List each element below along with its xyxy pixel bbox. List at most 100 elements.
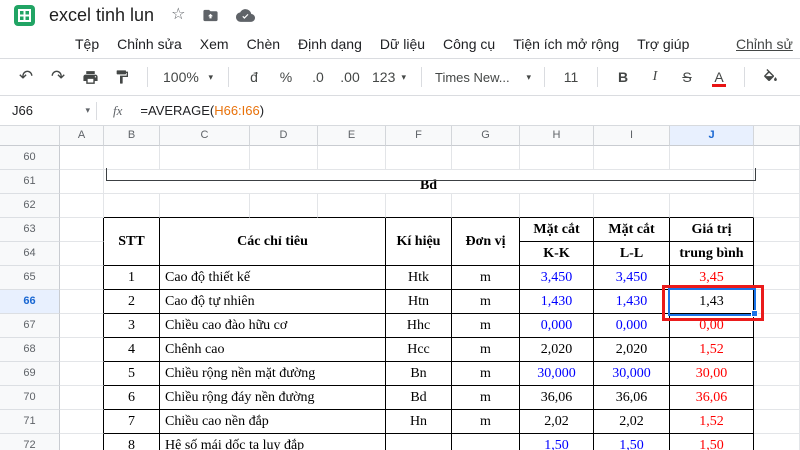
cell[interactable] xyxy=(160,194,250,218)
cell[interactable] xyxy=(594,146,670,170)
cell-avg[interactable]: 3,45 xyxy=(670,266,754,290)
row-header-71[interactable]: 71 xyxy=(0,410,60,434)
decrease-decimal-button[interactable]: .0 xyxy=(304,64,332,90)
cell-criteria[interactable]: Chiều cao đào hữu cơ xyxy=(160,314,386,338)
cell[interactable] xyxy=(754,242,800,266)
formula-input[interactable]: =AVERAGE(H66:I66) xyxy=(140,103,264,118)
col-header-b[interactable]: B xyxy=(104,126,160,146)
cell-stt[interactable]: 5 xyxy=(104,362,160,386)
currency-format-button[interactable]: đ xyxy=(240,64,268,90)
fill-color-button[interactable] xyxy=(756,64,784,90)
cell[interactable] xyxy=(318,146,386,170)
table-header-avg[interactable]: trung bình xyxy=(670,242,754,266)
row-header-64[interactable]: 64 xyxy=(0,242,60,266)
cell-stt[interactable]: 4 xyxy=(104,338,160,362)
cell[interactable] xyxy=(104,194,160,218)
menu-tools[interactable]: Công cụ xyxy=(434,33,504,55)
text-color-button[interactable]: A xyxy=(705,64,733,90)
menu-data[interactable]: Dữ liệu xyxy=(371,33,434,55)
cell-ll[interactable]: 3,450 xyxy=(594,266,670,290)
cell[interactable] xyxy=(594,194,670,218)
move-folder-icon[interactable] xyxy=(202,7,219,24)
cell-kk[interactable]: 2,02 xyxy=(520,410,594,434)
cell[interactable] xyxy=(60,410,104,434)
cell[interactable] xyxy=(754,290,800,314)
cell-ll[interactable]: 2,020 xyxy=(594,338,670,362)
row-header-62[interactable]: 62 xyxy=(0,194,60,218)
last-edit-link[interactable]: Chỉnh sử xyxy=(736,30,793,58)
cell[interactable] xyxy=(60,290,104,314)
cell-ll[interactable]: 2,02 xyxy=(594,410,670,434)
percent-format-button[interactable]: % xyxy=(272,64,300,90)
cell-unit[interactable]: m xyxy=(452,266,520,290)
cell[interactable] xyxy=(160,146,250,170)
cell[interactable] xyxy=(250,194,318,218)
cell-avg[interactable]: 30,00 xyxy=(670,362,754,386)
cell[interactable] xyxy=(60,386,104,410)
cell-stt[interactable]: 8 xyxy=(104,434,160,450)
cell[interactable] xyxy=(754,194,800,218)
cell[interactable] xyxy=(754,314,800,338)
cell-ll[interactable]: 30,000 xyxy=(594,362,670,386)
more-formats-button[interactable]: 123 ▾ xyxy=(368,64,410,90)
cell-criteria[interactable]: Chiều cao nền đắp xyxy=(160,410,386,434)
undo-button[interactable]: ↶ xyxy=(12,64,40,90)
cell[interactable] xyxy=(520,194,594,218)
col-header-j[interactable]: J xyxy=(670,126,754,146)
cell-ll[interactable]: 1,50 xyxy=(594,434,670,450)
cell-criteria[interactable]: Chênh cao xyxy=(160,338,386,362)
cell-avg[interactable]: 1,50 xyxy=(670,434,754,450)
cell-unit[interactable]: m xyxy=(452,338,520,362)
cell[interactable] xyxy=(754,362,800,386)
cell[interactable] xyxy=(754,170,800,194)
row-header-66[interactable]: 66 xyxy=(0,290,60,314)
cell-kk[interactable]: 1,50 xyxy=(520,434,594,450)
table-header-value[interactable]: Giá trị xyxy=(670,218,754,242)
cell-stt[interactable]: 1 xyxy=(104,266,160,290)
cell[interactable] xyxy=(60,194,104,218)
col-header-filler[interactable] xyxy=(754,126,800,146)
zoom-select[interactable]: 100% ▾ xyxy=(159,64,217,90)
menu-format[interactable]: Định dạng xyxy=(289,33,371,55)
cell[interactable] xyxy=(754,146,800,170)
cell-unit[interactable] xyxy=(452,434,520,450)
cell[interactable] xyxy=(670,194,754,218)
italic-button[interactable]: I xyxy=(641,64,669,90)
menu-edit[interactable]: Chỉnh sửa xyxy=(108,33,191,55)
cell-criteria[interactable]: Chiều rộng đáy nền đường xyxy=(160,386,386,410)
document-title[interactable]: excel tinh lun xyxy=(49,5,154,26)
row-header-65[interactable]: 65 xyxy=(0,266,60,290)
cell[interactable] xyxy=(520,146,594,170)
row-header-68[interactable]: 68 xyxy=(0,338,60,362)
select-all-corner[interactable] xyxy=(0,126,60,146)
cell-unit[interactable]: m xyxy=(452,386,520,410)
cell[interactable] xyxy=(60,266,104,290)
cell-symbol[interactable]: Bd xyxy=(386,386,452,410)
cell-stt[interactable]: 3 xyxy=(104,314,160,338)
redo-button[interactable]: ↷ xyxy=(44,64,72,90)
col-header-f[interactable]: F xyxy=(386,126,452,146)
cell-symbol[interactable]: Bn xyxy=(386,362,452,386)
cell-criteria[interactable]: Cao độ tự nhiên xyxy=(160,290,386,314)
table-header-stt[interactable]: STT xyxy=(104,218,160,266)
cell-symbol[interactable]: Htn xyxy=(386,290,452,314)
cell-symbol[interactable] xyxy=(386,434,452,450)
table-header-symbol[interactable]: Kí hiệu xyxy=(386,218,452,266)
strikethrough-button[interactable]: S xyxy=(673,64,701,90)
table-header-criteria[interactable]: Các chỉ tiêu xyxy=(160,218,386,266)
table-header-section-ll[interactable]: Mặt cắt xyxy=(594,218,670,242)
table-header-kk[interactable]: K-K xyxy=(520,242,594,266)
cell-ll[interactable]: 36,06 xyxy=(594,386,670,410)
cell-unit[interactable]: m xyxy=(452,290,520,314)
table-header-ll[interactable]: L-L xyxy=(594,242,670,266)
menu-insert[interactable]: Chèn xyxy=(238,33,289,55)
cell-kk[interactable]: 30,000 xyxy=(520,362,594,386)
cell-symbol[interactable]: Hn xyxy=(386,410,452,434)
cell-criteria[interactable]: Hệ số mái dốc ta luy đắp xyxy=(160,434,386,450)
row-header-60[interactable]: 60 xyxy=(0,146,60,170)
cell[interactable] xyxy=(60,362,104,386)
cell[interactable] xyxy=(670,146,754,170)
paint-format-button[interactable] xyxy=(108,64,136,90)
row-header-67[interactable]: 67 xyxy=(0,314,60,338)
merged-cell-bd-label[interactable]: Bd xyxy=(104,170,754,194)
